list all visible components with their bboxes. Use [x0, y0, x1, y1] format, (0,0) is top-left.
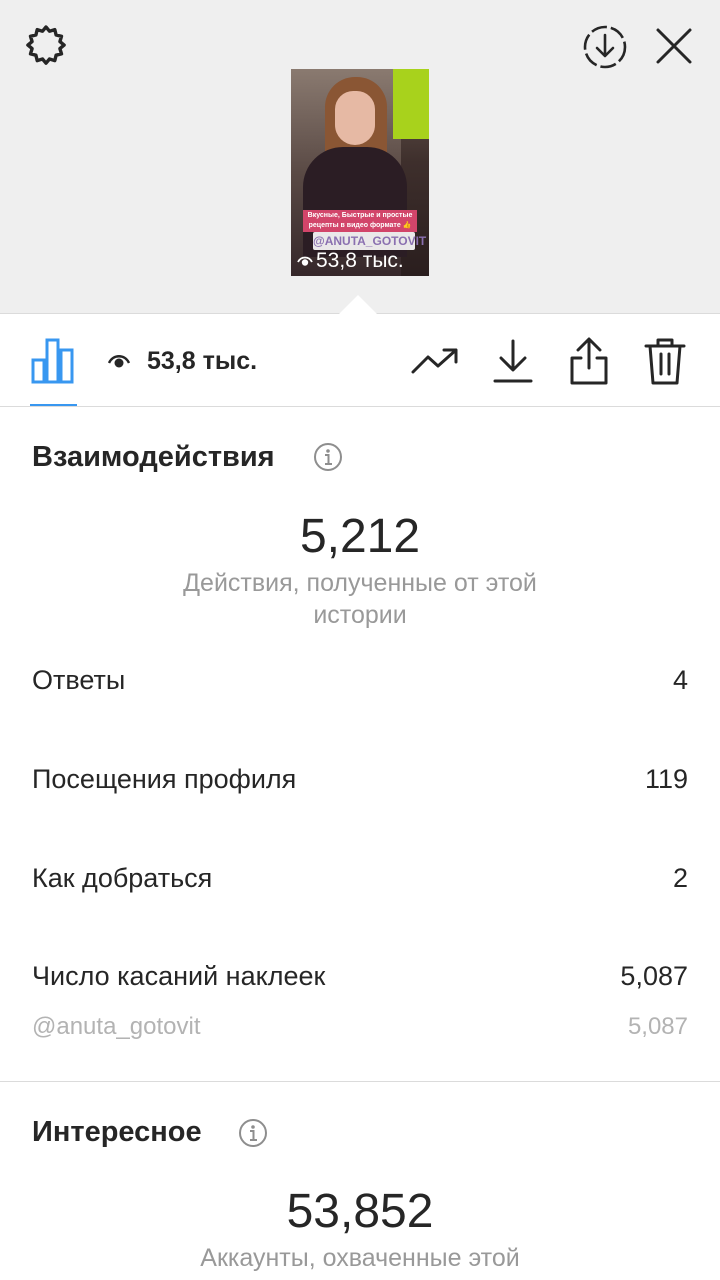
metric-value: 4 [672, 664, 688, 695]
eye-icon [297, 256, 313, 266]
thumbnail-views-count: 53,8 тыс. [316, 249, 404, 272]
discovery-total: 53,852 [286, 1185, 434, 1238]
thumbnail-caption: Вкусные, Быстрые и простые рецепты в вид… [303, 210, 417, 232]
insights-icon[interactable] [30, 336, 76, 384]
discovery-title: Интересное [32, 1116, 202, 1148]
story-header: Вкусные, Быстрые и простые рецепты в вид… [0, 0, 720, 314]
active-tab-indicator [30, 404, 77, 406]
metric-value: 5,087 [627, 1013, 688, 1040]
interactions-subtitle: Действия, полученные от этой истории [183, 569, 537, 629]
metric-row-replies: Ответы 4 [32, 660, 688, 700]
metric-value: 2 [672, 862, 688, 893]
metric-row-profile-visits: Посещения профиля 119 [32, 759, 688, 799]
metric-label: @anuta_gotovit [32, 1013, 201, 1040]
trending-icon[interactable] [410, 336, 460, 386]
trash-icon[interactable] [640, 336, 690, 386]
viewers-count[interactable]: 53,8 тыс. [147, 344, 257, 378]
thumbnail-views: 53,8 тыс. [297, 250, 404, 272]
metric-row-directions: Как добраться 2 [32, 858, 688, 898]
metric-value: 119 [644, 763, 688, 794]
share-icon[interactable] [564, 336, 614, 386]
thumbnail-pointer [339, 295, 377, 314]
story-thumbnail[interactable]: Вкусные, Быстрые и простые рецепты в вид… [291, 69, 429, 276]
metric-row-sticker-mention[interactable]: @anuta_gotovit 5,087 [32, 1007, 688, 1047]
thumbnail-wall-accent [393, 69, 429, 139]
info-icon[interactable] [238, 1118, 268, 1148]
download-circle-icon[interactable] [576, 18, 634, 76]
eye-icon [108, 355, 130, 368]
story-toolbar: 53,8 тыс. [0, 314, 720, 407]
thumbnail-mention-sticker: @ANUTA_GOTOVIT [313, 232, 427, 250]
metric-label: Посещения профиля [32, 763, 297, 794]
metric-label: Ответы [32, 664, 126, 695]
metric-label: Число касаний наклеек [32, 960, 326, 991]
gear-icon[interactable] [18, 20, 74, 76]
metric-label: Как добраться [32, 862, 213, 893]
interactions-total: 5,212 [299, 510, 421, 563]
discovery-subtitle: Аккаунты, охваченные этой [200, 1244, 520, 1272]
close-icon[interactable] [648, 20, 700, 72]
metric-value: 5,087 [620, 960, 688, 991]
thumbnail-face [335, 91, 375, 145]
metric-row-sticker-taps: Число касаний наклеек 5,087 [32, 956, 688, 996]
interactions-title: Взаимодействия [32, 441, 275, 473]
info-icon[interactable] [313, 442, 343, 472]
section-divider [0, 1081, 720, 1082]
download-icon[interactable] [488, 336, 538, 386]
